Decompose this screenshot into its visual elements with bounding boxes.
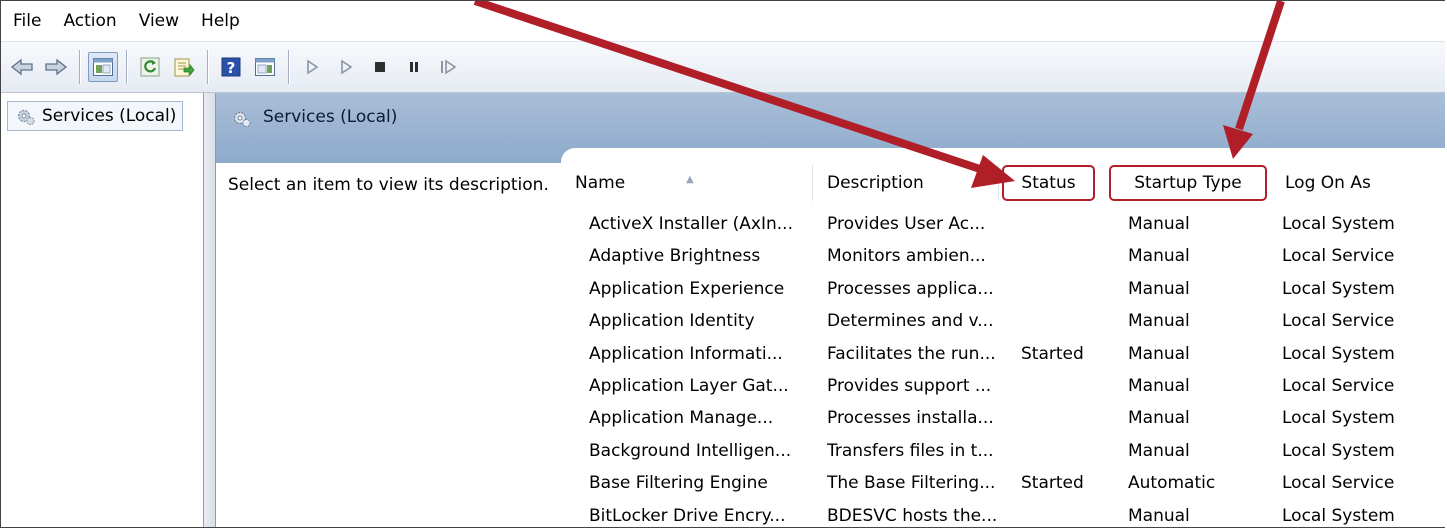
column-header-log-on-as[interactable]: Log On As	[1271, 165, 1445, 201]
svg-text:?: ?	[227, 59, 236, 77]
service-description: BDESVC hosts the...	[827, 505, 998, 526]
service-startup-type: Manual	[1128, 311, 1190, 332]
pane-splitter[interactable]	[204, 93, 216, 527]
service-startup-type: Manual	[1128, 343, 1190, 364]
service-log-on-as: Local System	[1282, 505, 1395, 526]
service-startup-type: Manual	[1128, 408, 1190, 429]
service-name: ActiveX Installer (AxIn...	[589, 214, 793, 234]
toolbar-separator	[126, 50, 127, 84]
show-hide-console-tree-icon[interactable]	[88, 52, 118, 82]
services-gear-icon	[232, 110, 252, 133]
service-name: Application Identity	[589, 311, 755, 332]
menu-view[interactable]: View	[129, 1, 191, 41]
stop-service-icon[interactable]	[365, 52, 395, 82]
details-title: Services (Local)	[263, 107, 398, 127]
services-list: ▲ Name Description Status Startup Type L…	[561, 148, 1445, 527]
service-description: Processes installa...	[827, 408, 994, 429]
description-hint: Select an item to view its description.	[228, 175, 549, 195]
service-log-on-as: Local System	[1282, 343, 1395, 364]
service-row[interactable]: Application Layer Gat... Provides support…	[561, 370, 1445, 402]
help-icon[interactable]: ?	[216, 52, 246, 82]
service-status: Started	[1021, 343, 1084, 364]
service-startup-type: Manual	[1128, 440, 1190, 461]
service-log-on-as: Local System	[1282, 278, 1395, 299]
service-startup-type: Manual	[1128, 214, 1190, 234]
service-row[interactable]: Application Informati... Facilitates the …	[561, 338, 1445, 370]
column-header-status[interactable]: Status	[1002, 165, 1095, 201]
menu-bar: File Action View Help	[1, 1, 1445, 41]
service-name: Background Intelligen...	[589, 440, 792, 461]
service-name: Application Manage...	[589, 408, 774, 429]
service-description: Provides User Ac...	[827, 214, 986, 234]
column-header-startup-type[interactable]: Startup Type	[1109, 165, 1267, 201]
service-log-on-as: Local System	[1282, 408, 1395, 429]
export-list-icon[interactable]	[169, 52, 199, 82]
sort-ascending-icon: ▲	[686, 174, 694, 185]
toolbar-separator	[207, 50, 208, 84]
tree-item-label: Services (Local)	[42, 106, 177, 126]
service-description: Processes applica...	[827, 278, 994, 299]
refresh-icon[interactable]	[135, 52, 165, 82]
service-status: Started	[1021, 473, 1084, 494]
service-startup-type: Manual	[1128, 505, 1190, 526]
service-name: BitLocker Drive Encry...	[589, 505, 786, 526]
console-tree: Services (Local)	[1, 93, 204, 527]
service-name: Application Layer Gat...	[589, 376, 789, 396]
restart-service-icon[interactable]	[433, 52, 463, 82]
toolbar: ?	[1, 41, 1445, 93]
toolbar-separator	[79, 50, 80, 84]
service-row[interactable]: Adaptive Brightness Monitors ambien... Man…	[561, 240, 1445, 272]
services-gear-icon	[16, 107, 36, 135]
service-log-on-as: Local Service	[1282, 311, 1395, 332]
service-log-on-as: Local Service	[1282, 246, 1395, 267]
service-description: Provides support ...	[827, 376, 992, 396]
forward-icon[interactable]	[41, 52, 71, 82]
service-startup-type: Automatic	[1128, 473, 1216, 494]
column-header-name[interactable]: ▲ Name	[561, 165, 813, 201]
service-log-on-as: Local System	[1282, 440, 1395, 461]
pause-service-icon[interactable]	[399, 52, 429, 82]
tree-item-services-local[interactable]: Services (Local)	[7, 101, 184, 131]
service-row[interactable]: Application Identity Determines and v... M…	[561, 305, 1445, 337]
service-log-on-as: Local System	[1282, 214, 1395, 234]
service-name: Application Informati...	[589, 343, 783, 364]
service-description: Transfers files in t...	[827, 440, 994, 461]
service-startup-type: Manual	[1128, 246, 1190, 267]
service-row[interactable]: Base Filtering Engine The Base Filtering.…	[561, 467, 1445, 499]
service-description: Monitors ambien...	[827, 246, 986, 267]
back-icon[interactable]	[7, 52, 37, 82]
show-hide-action-pane-icon[interactable]	[250, 52, 280, 82]
toolbar-separator	[288, 50, 289, 84]
services-window: File Action View Help ? Services (Local)…	[0, 0, 1445, 528]
service-log-on-as: Local Service	[1282, 473, 1395, 494]
service-row[interactable]: ActiveX Installer (AxIn... Provides User …	[561, 208, 1445, 240]
column-header-description[interactable]: Description	[813, 165, 999, 201]
service-name: Application Experience	[589, 278, 785, 299]
service-description: The Base Filtering...	[827, 473, 996, 494]
menu-help[interactable]: Help	[191, 1, 252, 41]
menu-file[interactable]: File	[1, 1, 53, 41]
start-service-icon[interactable]	[297, 52, 327, 82]
service-row[interactable]: BitLocker Drive Encry... BDESVC hosts the…	[561, 500, 1445, 527]
service-name: Base Filtering Engine	[589, 473, 768, 494]
service-row[interactable]: Application Experience Processes applica.…	[561, 273, 1445, 305]
service-startup-type: Manual	[1128, 376, 1190, 396]
menu-action[interactable]: Action	[53, 1, 128, 41]
service-name: Adaptive Brightness	[589, 246, 761, 267]
service-row[interactable]: Background Intelligen... Transfers files …	[561, 435, 1445, 467]
service-description: Facilitates the run...	[827, 343, 996, 364]
service-description: Determines and v...	[827, 311, 994, 332]
service-row[interactable]: Application Manage... Processes installa.…	[561, 402, 1445, 434]
service-startup-type: Manual	[1128, 278, 1190, 299]
details-pane: Services (Local) Select an item to view …	[216, 93, 1445, 527]
start-service-alt-icon[interactable]	[331, 52, 361, 82]
service-log-on-as: Local Service	[1282, 376, 1395, 396]
